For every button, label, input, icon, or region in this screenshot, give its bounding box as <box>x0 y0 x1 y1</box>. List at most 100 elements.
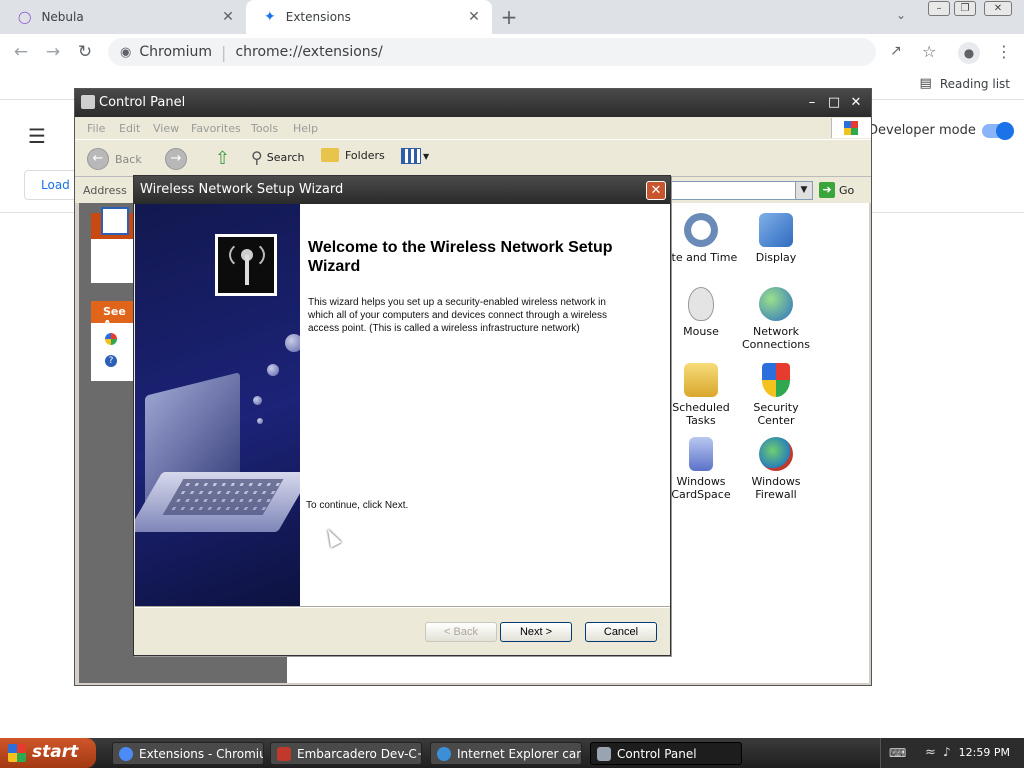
item-label: Network Connections <box>742 325 810 351</box>
control-panel-titlebar[interactable]: Control Panel – □ ✕ <box>75 89 871 117</box>
omnibox[interactable]: ◉ Chromium | chrome://extensions/ <box>108 38 876 66</box>
item-label: Windows CardSpace <box>671 475 731 501</box>
close-button[interactable]: ✕ <box>847 95 865 111</box>
globe-icon <box>759 287 793 321</box>
window-title: Control Panel <box>99 95 186 110</box>
go-button[interactable]: ➜ Go <box>819 182 854 198</box>
speaker-icon[interactable]: ♪ <box>943 745 951 759</box>
divider <box>135 606 670 608</box>
forward-arrow-icon[interactable]: → <box>42 42 64 62</box>
folder-clock-icon <box>684 363 718 397</box>
restore-button[interactable]: ❐ <box>954 1 976 16</box>
menu-view[interactable]: View <box>153 122 179 135</box>
menu-file[interactable]: File <box>87 122 105 135</box>
decorative-bubble <box>285 334 300 352</box>
tab-title: Nebula <box>41 10 84 24</box>
views-button[interactable]: ▼ <box>401 148 429 164</box>
windows-update-icon[interactable] <box>105 333 117 345</box>
kebab-menu-icon[interactable]: ⋮ <box>996 42 1012 61</box>
back-button[interactable]: ← Back <box>87 148 142 170</box>
task-label: Extensions - Chromium <box>139 746 263 761</box>
minimize-button[interactable]: – <box>803 95 821 111</box>
search-icon: ⚲ <box>251 148 263 167</box>
reload-icon[interactable]: ↻ <box>74 42 96 62</box>
cancel-button[interactable]: Cancel <box>585 622 657 642</box>
reading-list-button[interactable]: ▤ Reading list <box>920 76 1010 91</box>
system-tray: ⌨ ≈ ♪ 12:59 PM <box>880 738 1024 768</box>
clock[interactable]: 12:59 PM <box>959 746 1010 759</box>
folders-button[interactable]: Folders <box>321 148 385 162</box>
start-label: start <box>32 742 79 762</box>
menu-help[interactable]: Help <box>293 122 318 135</box>
developer-mode-toggle[interactable] <box>982 122 1014 140</box>
back-button[interactable]: < Back <box>425 622 497 642</box>
windows-flag-icon <box>8 744 26 762</box>
chevron-down-icon: ▼ <box>423 151 430 161</box>
share-icon[interactable]: ↗ <box>890 43 902 59</box>
profile-avatar-icon[interactable]: ● <box>958 42 980 64</box>
item-label: ate and Time <box>664 251 738 264</box>
network-connections-item[interactable]: Network Connections <box>739 287 813 351</box>
back-arrow-icon[interactable]: ← <box>10 42 32 62</box>
up-folder-button[interactable]: ⇧ <box>215 148 230 169</box>
item-label: Display <box>755 251 797 264</box>
taskbar-item-internet-explorer[interactable]: Internet Explorer can... <box>430 742 582 765</box>
back-label: Back <box>115 152 142 166</box>
wizard-titlebar[interactable]: Wireless Network Setup Wizard ✕ <box>134 176 670 204</box>
windows-logo-icon <box>831 118 871 138</box>
tab-nebula[interactable]: ◯ Nebula ✕ <box>0 0 246 34</box>
item-label: Scheduled Tasks <box>672 401 730 427</box>
task-label: Embarcadero Dev-C++ <box>297 746 421 761</box>
date-time-item[interactable]: ate and Time <box>664 213 738 264</box>
developer-mode-label: Developer mode <box>868 123 976 138</box>
taskbar-item-chromium[interactable]: Extensions - Chromium <box>112 742 264 765</box>
tab-extensions[interactable]: ✦ Extensions ✕ <box>246 0 492 34</box>
mouse-item[interactable]: Mouse <box>664 287 738 338</box>
keyboard-icon[interactable]: ⌨ <box>889 746 906 760</box>
taskbar-item-control-panel[interactable]: Control Panel <box>590 742 742 765</box>
clock-icon <box>684 213 718 247</box>
close-icon[interactable]: ✕ <box>466 9 482 25</box>
nebula-icon: ◯ <box>18 10 32 24</box>
scheduled-tasks-item[interactable]: Scheduled Tasks <box>664 363 738 427</box>
bookmark-star-icon[interactable]: ☆ <box>922 42 936 61</box>
network-icon[interactable]: ≈ <box>925 745 936 760</box>
forward-arrow-icon: → <box>165 148 187 170</box>
menu-favorites[interactable]: Favorites <box>191 122 241 135</box>
forward-button[interactable]: → <box>165 148 193 170</box>
hamburger-menu-icon[interactable]: ☰ <box>28 124 46 148</box>
taskbar: start Extensions - Chromium Embarcadero … <box>0 738 1024 768</box>
wizard-continue-text: To continue, click Next. <box>306 500 409 511</box>
chevron-down-icon[interactable]: ▼ <box>795 182 812 199</box>
close-button[interactable]: ✕ <box>646 181 666 200</box>
wizard-banner <box>135 204 300 606</box>
browser-toolbar: ← → ↻ ◉ Chromium | chrome://extensions/ … <box>0 34 1024 70</box>
item-label: Mouse <box>683 325 719 338</box>
windows-firewall-item[interactable]: Windows Firewall <box>739 437 813 501</box>
start-button[interactable]: start <box>0 738 96 768</box>
item-label: Security Center <box>753 401 799 427</box>
menu-edit[interactable]: Edit <box>119 122 140 135</box>
new-tab-button[interactable]: + <box>498 6 520 28</box>
close-icon[interactable]: ✕ <box>220 9 236 25</box>
taskbar-item-devcpp[interactable]: Embarcadero Dev-C++ <box>270 742 422 765</box>
wizard-description: This wizard helps you set up a security-… <box>308 297 608 334</box>
wireless-setup-wizard-dialog: Wireless Network Setup Wizard ✕ Welcome … <box>133 175 671 656</box>
search-button[interactable]: ⚲ Search <box>251 148 305 167</box>
tab-search-chevron-icon[interactable]: ⌄ <box>896 8 906 22</box>
help-icon[interactable]: ? <box>105 355 117 367</box>
windows-cardspace-item[interactable]: Windows CardSpace <box>664 437 738 501</box>
reading-list-icon: ▤ <box>919 76 932 91</box>
go-label: Go <box>839 183 855 197</box>
menu-tools[interactable]: Tools <box>251 122 278 135</box>
control-panel-checklist-icon <box>101 207 129 235</box>
security-center-item[interactable]: Security Center <box>739 363 813 427</box>
puzzle-icon: ✦ <box>264 9 276 25</box>
minimize-button[interactable]: – <box>928 1 950 16</box>
next-button[interactable]: Next > <box>500 622 572 642</box>
search-label: Search <box>266 151 305 164</box>
maximize-button[interactable]: □ <box>825 95 843 111</box>
close-window-button[interactable]: ✕ <box>984 1 1012 16</box>
address-label: Address <box>83 184 127 197</box>
display-item[interactable]: Display <box>739 213 813 264</box>
